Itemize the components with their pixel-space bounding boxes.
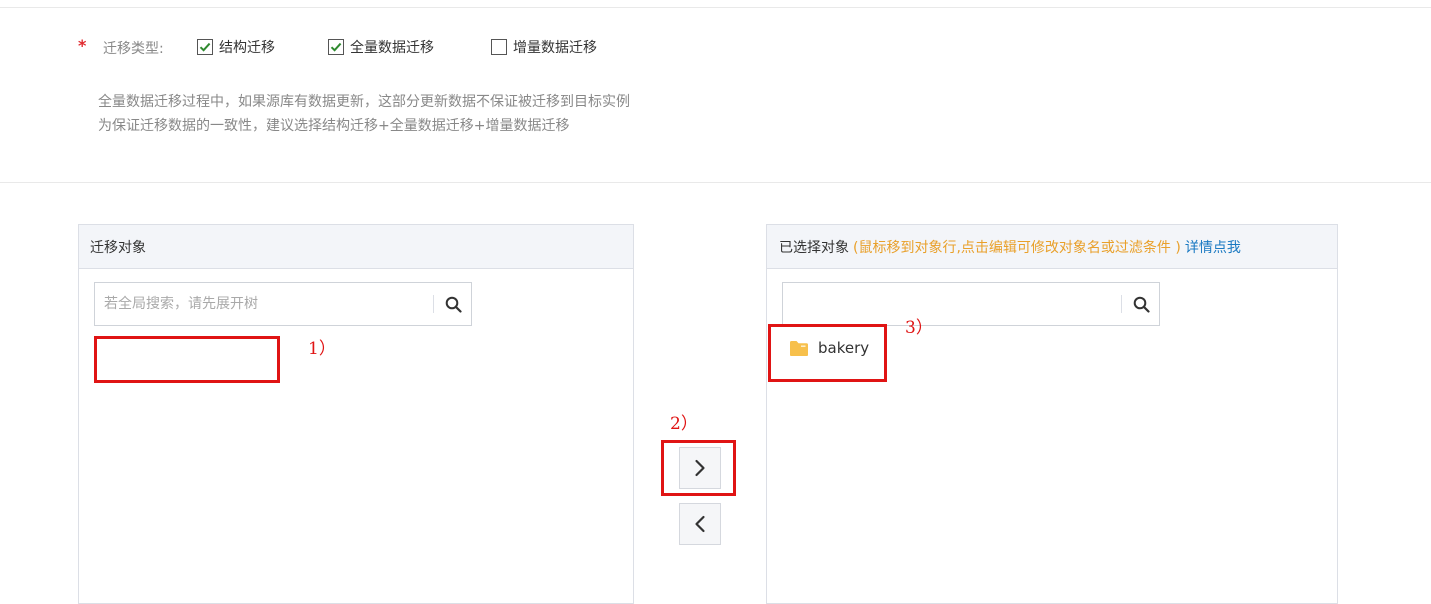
source-search-input[interactable] — [95, 283, 431, 325]
add-to-selected-button[interactable] — [679, 447, 721, 489]
checkbox-unchecked-icon[interactable] — [491, 39, 507, 55]
checkbox-incremental-migration[interactable]: 增量数据迁移 — [491, 37, 597, 57]
annotation-step3: 3） — [905, 318, 933, 338]
source-panel-title: 迁移对象 — [90, 239, 146, 256]
checkbox-label: 结构迁移 — [219, 40, 275, 56]
required-mark: * — [78, 36, 87, 55]
search-divider — [1121, 295, 1122, 313]
checkbox-label: 增量数据迁移 — [513, 40, 597, 56]
migration-type-label: 迁移类型: — [103, 41, 164, 57]
checkbox-full-data-migration[interactable]: 全量数据迁移 — [328, 37, 434, 57]
source-objects-panel: 迁移对象 — [78, 224, 634, 604]
highlight-box-step3 — [768, 324, 887, 382]
search-icon[interactable] — [1130, 293, 1152, 315]
checkbox-checked-icon[interactable] — [197, 39, 213, 55]
migration-hint-line-2: 为保证迁移数据的一致性，建议选择结构迁移+全量数据迁移+增量数据迁移 — [98, 118, 570, 134]
search-icon[interactable] — [442, 293, 464, 315]
chevron-left-icon — [695, 515, 705, 533]
selected-search-box — [782, 282, 1160, 326]
source-panel-header: 迁移对象 — [79, 225, 633, 269]
selected-panel-header: 已选择对象 (鼠标移到对象行,点击编辑可修改对象名或过滤条件 ) 详情点我 — [767, 225, 1337, 269]
checkbox-label: 全量数据迁移 — [350, 40, 434, 56]
selected-panel-title: 已选择对象 — [779, 239, 849, 256]
search-divider — [433, 295, 434, 313]
checkbox-structure-migration[interactable]: 结构迁移 — [197, 37, 275, 57]
selected-search-input[interactable] — [783, 283, 1119, 325]
selected-objects-panel: 已选择对象 (鼠标移到对象行,点击编辑可修改对象名或过滤条件 ) 详情点我 — [766, 224, 1338, 604]
remove-from-selected-button[interactable] — [679, 503, 721, 545]
annotation-step2: 2） — [670, 414, 698, 434]
annotation-step1: 1） — [308, 339, 336, 359]
details-link[interactable]: 详情点我 — [1185, 237, 1241, 257]
highlight-box-step1 — [94, 336, 280, 383]
section-divider — [0, 182, 1431, 183]
migration-hint-line-1: 全量数据迁移过程中，如果源库有数据更新，这部分更新数据不保证被迁移到目标实例 — [98, 94, 630, 110]
checkbox-checked-icon[interactable] — [328, 39, 344, 55]
top-divider — [0, 7, 1431, 8]
source-search-box — [94, 282, 472, 326]
selected-panel-note: (鼠标移到对象行,点击编辑可修改对象名或过滤条件 ) — [853, 239, 1181, 256]
chevron-right-icon — [695, 459, 705, 477]
